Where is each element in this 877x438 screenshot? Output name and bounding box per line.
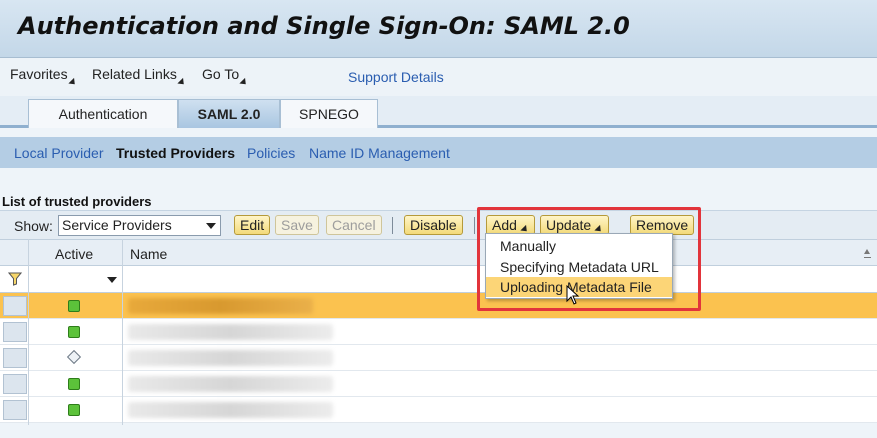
- toolbar-separator: [474, 217, 475, 234]
- toolbar-separator: [392, 217, 393, 234]
- menu-go-to[interactable]: Go To: [202, 66, 249, 88]
- inactive-status-icon: [66, 349, 82, 365]
- menu-arrow-icon: [177, 77, 187, 88]
- support-details-link[interactable]: Support Details: [348, 69, 444, 85]
- row-selector[interactable]: [3, 348, 27, 368]
- menu-related-links-label: Related Links: [92, 66, 177, 82]
- mouse-cursor-icon: [566, 285, 580, 305]
- show-select-value: Service Providers: [62, 217, 172, 233]
- row-selector[interactable]: [3, 322, 27, 342]
- active-status-icon: [68, 300, 80, 312]
- filter-row: [0, 266, 877, 293]
- chevron-down-icon: [107, 277, 117, 283]
- active-status-icon: [68, 404, 80, 416]
- list-toolbar: Show: Service Providers Edit Save Cancel…: [0, 210, 877, 239]
- row-selector[interactable]: [3, 296, 27, 316]
- subnav-policies[interactable]: Policies: [247, 145, 295, 161]
- highlight-box: [477, 207, 701, 311]
- active-filter-select[interactable]: [28, 266, 121, 292]
- active-status-icon: [68, 326, 80, 338]
- filter-icon[interactable]: [8, 272, 22, 286]
- tab-saml[interactable]: SAML 2.0: [178, 99, 280, 128]
- sort-icon[interactable]: [864, 249, 871, 258]
- page-header: Authentication and Single Sign-On: SAML …: [0, 0, 877, 58]
- column-header-name[interactable]: Name: [130, 246, 167, 262]
- table-row[interactable]: [0, 293, 877, 319]
- cancel-button[interactable]: Cancel: [326, 215, 382, 235]
- blurred-name: [128, 350, 333, 366]
- active-status-icon: [68, 378, 80, 390]
- disable-button[interactable]: Disable: [404, 215, 463, 235]
- table-row[interactable]: [0, 397, 877, 423]
- table-header: Active Name: [0, 239, 877, 266]
- menu-favorites[interactable]: Favorites: [10, 66, 78, 88]
- blurred-name: [128, 324, 333, 340]
- show-select[interactable]: Service Providers: [58, 215, 221, 236]
- menu-go-to-label: Go To: [202, 66, 240, 82]
- menu-arrow-icon: [239, 77, 249, 88]
- page-title: Authentication and Single Sign-On: SAML …: [18, 12, 630, 40]
- chevron-down-icon: [206, 223, 216, 229]
- show-label: Show:: [14, 218, 53, 234]
- table-row[interactable]: [0, 371, 877, 397]
- table-row[interactable]: [0, 319, 877, 345]
- column-header-active[interactable]: Active: [55, 246, 93, 262]
- blurred-name: [128, 402, 333, 418]
- menu-related-links[interactable]: Related Links: [92, 66, 187, 88]
- list-title: List of trusted providers: [2, 194, 152, 209]
- tab-strip: Authentication SAML 2.0 SPNEGO: [0, 96, 877, 128]
- column-divider: [28, 239, 29, 425]
- row-selector[interactable]: [3, 400, 27, 420]
- edit-button[interactable]: Edit: [234, 215, 271, 235]
- blurred-name: [128, 298, 313, 314]
- row-selector[interactable]: [3, 374, 27, 394]
- menu-arrow-icon: [67, 77, 78, 88]
- save-button[interactable]: Save: [275, 215, 319, 235]
- subnav-trusted-providers[interactable]: Trusted Providers: [116, 145, 235, 161]
- blurred-name: [128, 376, 333, 392]
- subnav-name-id-management[interactable]: Name ID Management: [309, 145, 450, 161]
- column-divider: [122, 239, 123, 425]
- table-row[interactable]: [0, 345, 877, 371]
- tab-authentication[interactable]: Authentication: [28, 99, 178, 128]
- subnav-local-provider[interactable]: Local Provider: [14, 145, 104, 161]
- sub-navigation: Local Provider Trusted Providers Policie…: [0, 137, 877, 168]
- menu-favorites-label: Favorites: [10, 66, 68, 82]
- tab-spnego[interactable]: SPNEGO: [280, 99, 378, 128]
